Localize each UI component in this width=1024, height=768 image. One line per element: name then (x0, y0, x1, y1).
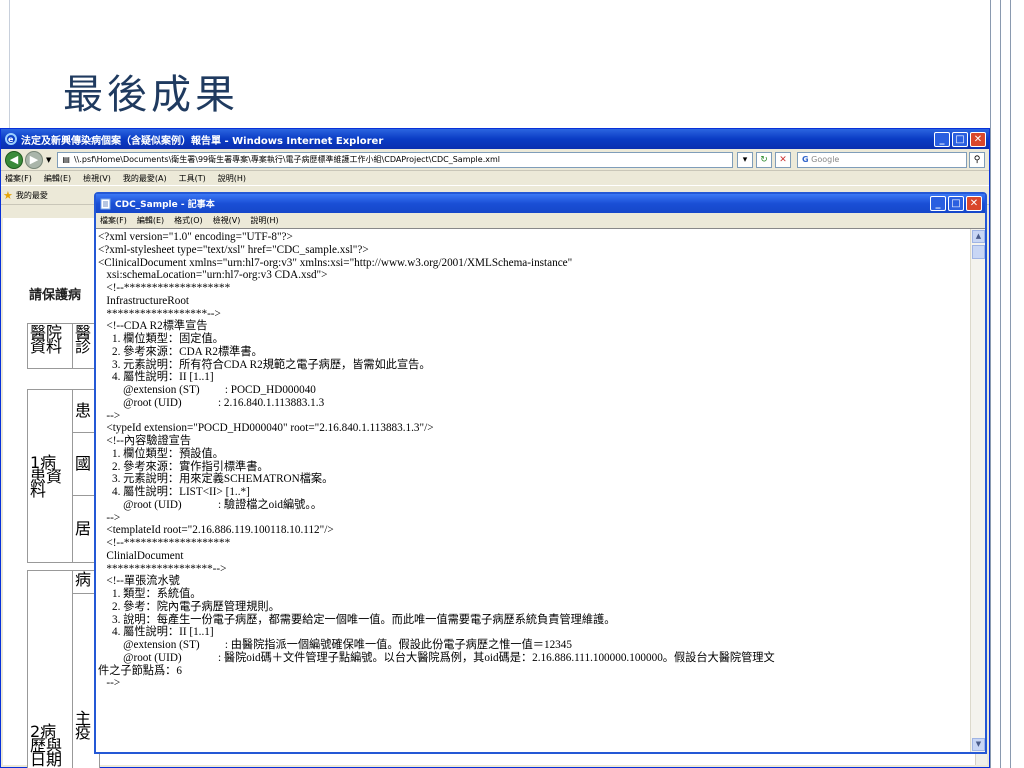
notepad-line: *******************--> (98, 562, 227, 575)
search-placeholder: Google (811, 154, 840, 164)
ie-titlebar[interactable]: e 法定及新興傳染病個案（含疑似案例）報告單 - Windows Interne… (1, 129, 989, 149)
notepad-line: 3. 元素說明：用來定義SCHEMATRON檔案。 (98, 473, 334, 486)
notepad-line: <ClinicalDocument xmlns="urn:hl7-org:v3"… (98, 256, 573, 269)
notepad-line: <!--內容驗證宣告 (98, 435, 192, 447)
notepad-line: @root (UID) : 醫院oid碼＋文件管理子點編號。以台大醫院爲例，其o… (98, 651, 775, 664)
ie-address-bar: ◀ ▶ ▼ ▤ \\.psf\Home\Documents\衛生署\99衛生署專… (1, 149, 989, 171)
notepad-line: @root (UID) : 驗證檔之oid編號。。 (98, 498, 323, 511)
nav-dropdown-icon[interactable]: ▼ (46, 156, 51, 164)
slide-right-rules (984, 0, 1024, 768)
np-menu-view[interactable]: 檢視(V) (213, 215, 241, 226)
google-icon: G (802, 154, 809, 164)
notepad-line: --> (98, 511, 121, 524)
notepad-line: 2. 參考來源：CDA R2標準書。 (98, 345, 263, 358)
notepad-menubar: 檔案(F) 編輯(E) 格式(O) 檢視(V) 說明(H) (96, 213, 985, 227)
notepad-line: ******************--> (98, 307, 221, 320)
menu-tools[interactable]: 工具(T) (179, 173, 206, 184)
menu-favorites[interactable]: 我的最愛(A) (123, 173, 167, 184)
notepad-line: 4. 屬性說明：II [1..1] (98, 371, 214, 384)
notepad-line: <?xml version="1.0" encoding="UTF-8"?> (98, 231, 293, 243)
np-menu-format[interactable]: 格式(O) (174, 215, 203, 226)
menu-edit[interactable]: 編輯(E) (44, 173, 71, 184)
page-heading: 請保護病 (29, 288, 82, 303)
notepad-maximize-button[interactable]: □ (948, 196, 964, 211)
notepad-line: 1. 類型：系統值。 (98, 588, 202, 600)
search-button[interactable]: ⚲ (969, 151, 985, 168)
address-text: \\.psf\Home\Documents\衛生署\99衛生署專案\專案執行\電… (73, 155, 500, 164)
stop-button[interactable]: ✕ (775, 151, 791, 168)
search-input[interactable]: G Google (797, 151, 967, 168)
notepad-line: 1. 欄位類型：固定值。 (98, 333, 224, 345)
cell-text-b: 診 (75, 337, 92, 356)
notepad-line: xsi:schemaLocation="urn:hl7-org:v3 CDA.x… (98, 269, 328, 282)
notepad-line: --> (98, 677, 121, 690)
notepad-line: ClinialDocument (98, 549, 184, 562)
favorites-star-icon[interactable]: ★ (3, 189, 13, 202)
notepad-line: <!--******************* (98, 537, 231, 549)
notepad-line: <!--******************* (98, 282, 231, 294)
forward-button[interactable]: ▶ (25, 150, 43, 169)
notepad-line: <typeId extension="POCD_HD000040" root="… (98, 422, 434, 435)
notepad-window: CDC_Sample - 記事本 _ □ ✕ 檔案(F) 編輯(E) 格式(O)… (94, 192, 987, 754)
cell-record-date: 2病歷與日期 (27, 570, 73, 768)
cell-patient-info: 1病患資料 (27, 389, 73, 563)
notepad-text-area[interactable]: <?xml version="1.0" encoding="UTF-8"?> <?… (96, 228, 985, 752)
np-menu-help[interactable]: 說明(H) (250, 215, 278, 226)
notepad-line: 4. 屬性說明：II [1..1] (98, 626, 214, 639)
cell-hospital-info: 醫院資料 (27, 323, 73, 369)
notepad-line: 2. 參考來源：實作指引標準書。 (98, 460, 269, 473)
scroll-up-arrow-icon[interactable]: ▲ (972, 230, 985, 243)
svg-text:e: e (8, 135, 14, 144)
minimize-button[interactable]: _ (934, 131, 950, 147)
close-button[interactable]: ✕ (970, 131, 986, 147)
favorites-label[interactable]: 我的最愛 (16, 190, 48, 201)
notepad-line: 4. 屬性說明：LIST<II> [1..*] (98, 486, 250, 498)
ie-window-title: 法定及新興傳染病個案（含疑似案例）報告單 - Windows Internet … (21, 135, 384, 147)
notepad-line: 3. 元素說明：所有符合CDA R2規範之電子病歷，皆需如此宣告。 (98, 358, 431, 371)
notepad-minimize-button[interactable]: _ (930, 196, 946, 211)
page-icon: ▤ (62, 155, 70, 164)
back-button[interactable]: ◀ (5, 150, 23, 169)
notepad-line: 2. 參考：院內電子病歷管理規則。 (98, 600, 280, 613)
notepad-line: <!--CDA R2標準宣告 (98, 320, 208, 333)
notepad-window-title: CDC_Sample - 記事本 (115, 200, 215, 210)
notepad-line: <?xml-stylesheet type="text/xsl" href="C… (98, 243, 369, 256)
notepad-line: InfrastructureRoot (98, 294, 190, 307)
scroll-down-arrow-icon[interactable]: ▼ (972, 738, 985, 751)
notepad-close-button[interactable]: ✕ (966, 196, 982, 211)
refresh-button[interactable]: ↻ (756, 151, 772, 168)
notepad-line: <!--單張流水號 (98, 575, 180, 588)
menu-help[interactable]: 說明(H) (218, 173, 246, 184)
address-input[interactable]: ▤ \\.psf\Home\Documents\衛生署\99衛生署專案\專案執行… (57, 151, 733, 168)
notepad-titlebar[interactable]: CDC_Sample - 記事本 _ □ ✕ (96, 194, 985, 213)
ie-menubar: 檔案(F) 編輯(E) 檢視(V) 我的最愛(A) 工具(T) 說明(H) (1, 171, 989, 185)
maximize-button[interactable]: □ (952, 131, 968, 147)
notepad-content[interactable]: <?xml version="1.0" encoding="UTF-8"?> <?… (98, 231, 969, 738)
menu-view[interactable]: 檢視(V) (83, 173, 111, 184)
np-menu-file[interactable]: 檔案(F) (100, 215, 127, 226)
notepad-line: --> (98, 409, 121, 422)
notepad-line: 1. 欄位類型：預設值。 (98, 447, 224, 460)
notepad-line: <templateId root="2.16.886.119.100118.10… (98, 524, 334, 537)
notepad-line: @extension (ST) : 由醫院指派一個編號確保唯一值。假設此份電子病… (98, 639, 572, 651)
notepad-vertical-scrollbar[interactable]: ▲ ▼ (970, 229, 985, 752)
address-dropdown-button[interactable]: ▾ (737, 151, 753, 168)
notepad-icon (100, 198, 111, 210)
notepad-line: 件之子節點爲：6 (98, 664, 182, 677)
scroll-thumb[interactable] (972, 245, 985, 259)
ie-logo-icon: e (5, 133, 17, 145)
notepad-line: @root (UID) : 2.16.840.1.113883.1.3 (98, 396, 325, 409)
notepad-line: 3. 說明：每產生一份電子病歷，都需要給定一個唯一值。而此唯一值需要電子病歷系統… (98, 613, 616, 626)
menu-file[interactable]: 檔案(F) (5, 173, 32, 184)
slide-title: 最後成果 (63, 72, 239, 118)
notepad-line: @extension (ST) : POCD_HD000040 (98, 384, 316, 396)
np-menu-edit[interactable]: 編輯(E) (137, 215, 164, 226)
